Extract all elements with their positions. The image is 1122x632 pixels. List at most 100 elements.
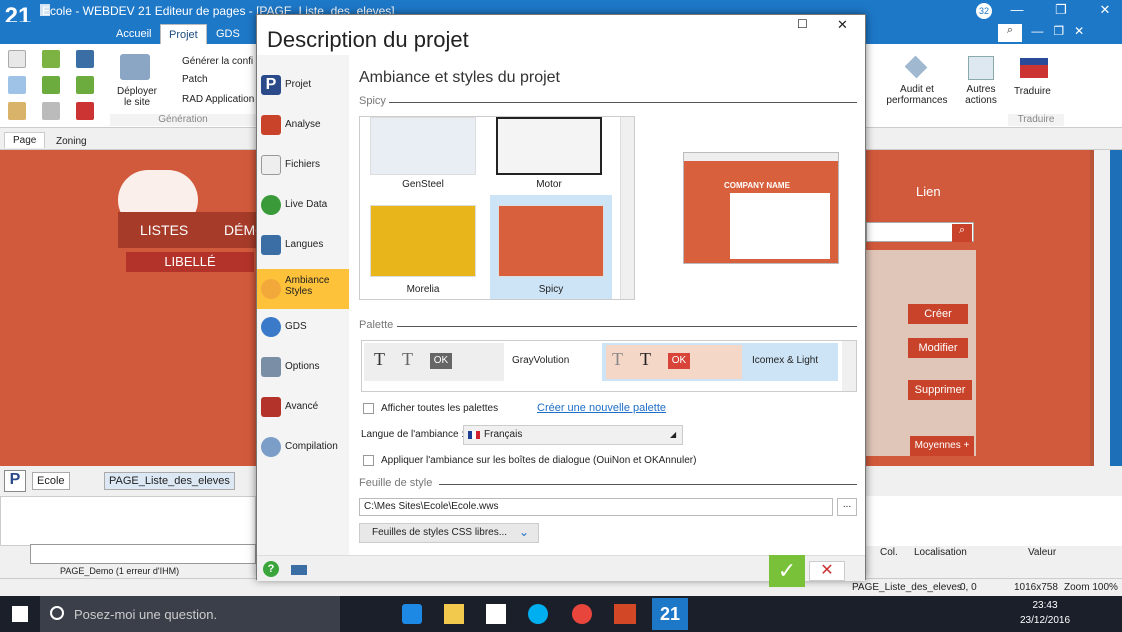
show-all-palettes-checkbox[interactable] [363,403,374,414]
theme-thumb-morelia[interactable] [370,205,476,277]
theme-thumb-spicy[interactable] [498,205,604,277]
tools-icon[interactable] [76,102,94,120]
nav-options[interactable]: Options [257,347,349,387]
tab-projet[interactable]: Projet [160,24,207,44]
maximize-icon[interactable]: ❐ [1044,0,1078,22]
go-icon[interactable] [42,76,60,94]
browse-button[interactable]: ... [837,498,857,516]
copy-icon[interactable] [8,76,26,94]
tab-page-list[interactable]: PAGE_Liste_des_eleves [104,472,235,490]
powerpoint-icon[interactable] [614,604,636,624]
valeur-header: Valeur [1028,547,1057,558]
minimize-icon[interactable]: — [1000,0,1034,22]
theme-scrollbar[interactable] [620,117,634,299]
theme-list[interactable]: GenSteel Motor Morelia Spicy [359,116,635,300]
notification-badge[interactable]: 32 [976,3,992,19]
nav-gds[interactable]: GDS [257,307,349,347]
tab-accueil[interactable]: Accueil [108,24,159,44]
deploy-icon[interactable] [120,54,150,80]
search-button-icon[interactable]: ⌕ [952,224,972,242]
nav-compilation[interactable]: Compilation [257,427,349,467]
search-icon[interactable]: ⌕ [998,24,1022,42]
theme-thumb-gensteel[interactable] [370,117,476,175]
rad-application-button[interactable]: RAD Application [182,94,254,105]
nav-fichiers[interactable]: Fichiers [257,145,349,185]
webdev-taskbar-icon[interactable]: 21 [652,598,688,630]
ok-button[interactable]: ✓ [769,555,805,587]
dialog-maximize-icon[interactable]: ☐ [797,17,817,37]
lang-select[interactable]: Français ◢ [463,425,683,445]
preview-company-name: COMPANY NAME [724,181,790,190]
undo-icon[interactable] [8,102,26,120]
new-icon[interactable] [8,50,26,68]
explorer-icon[interactable] [444,604,464,624]
editor-scrollbar[interactable] [1094,150,1110,466]
btn-modifier[interactable]: Modifier [908,338,968,358]
quick-access-icons[interactable] [40,26,90,40]
theme-preview: COMPANY NAME [683,152,839,264]
tree-item[interactable]: PAGE_Demo (1 erreur d'IHM) [60,566,179,576]
shortcut-icon[interactable] [291,565,307,575]
theme-thumb-motor[interactable] [496,117,602,175]
status-size: 1016x758 [1014,582,1058,593]
edge-icon[interactable] [402,604,422,624]
chevron-down-icon[interactable]: ⌄ [519,525,529,539]
patch-button[interactable]: Patch [182,74,208,85]
btn-moyennes[interactable]: Moyennes + [910,436,974,456]
stylesheet-path-input[interactable]: C:\Mes Sites\Ecole\Ecole.wws [359,498,833,516]
chrome-icon[interactable] [572,604,592,624]
skype-icon[interactable] [528,604,548,624]
search-placeholder: Posez-moi une question. [74,607,218,622]
windows-start-icon[interactable] [12,606,28,622]
status-zoom[interactable]: Zoom 100% [1064,582,1118,593]
audit-button[interactable]: Audit et performances [882,84,952,106]
mdi-window-buttons[interactable]: — ❐ ✕ [1028,24,1118,42]
project-icon[interactable]: P [4,470,26,492]
redo-icon[interactable] [42,102,60,120]
link-lien[interactable]: Lien [916,184,941,199]
nav-langues[interactable]: Langues [257,225,349,265]
btn-supprimer[interactable]: Supprimer [908,380,972,400]
generate-config-button[interactable]: Générer la confi [182,56,253,67]
palette-list[interactable]: T T OK GrayVolution T T OK Icomex & Ligh… [361,340,857,392]
nav-listes[interactable]: LISTES [140,222,188,238]
stylesheet-section-label: Feuille de style [359,477,433,489]
files-icon [261,155,281,175]
palette-grayvolution[interactable]: T T OK [364,343,504,381]
translate-button[interactable]: Traduire [1014,86,1051,97]
dialog-nav: P Projet Analyse Fichiers Live Data Langu… [257,55,349,555]
palette-scrollbar[interactable] [842,341,856,391]
tab-page[interactable]: Page [4,132,46,148]
flag-icon[interactable] [1020,58,1048,78]
nav-projet[interactable]: P Projet [257,65,349,105]
filter-input[interactable] [30,544,256,564]
go-page-icon[interactable] [76,76,94,94]
tab-zoning[interactable]: Zoning [48,134,95,149]
show-all-palettes-label: Afficher toutes les palettes [381,403,499,414]
nav-analyse[interactable]: Analyse [257,105,349,145]
help-icon[interactable]: ? [263,561,279,577]
save-all-icon[interactable] [76,50,94,68]
palette-icomex-selected[interactable]: T T OK Icomex & Light [602,343,838,381]
deploy-label[interactable]: Déployer le site [114,86,160,108]
diamond-icon[interactable] [904,55,928,79]
options-sliders-icon [261,357,281,377]
nav-avance[interactable]: Avancé [257,387,349,427]
tab-gds[interactable]: GDS [208,24,248,44]
cancel-button[interactable]: ✕ [809,561,845,581]
other-actions-button[interactable]: Autres actions [960,84,1002,106]
btn-creer[interactable]: Créer [908,304,968,324]
nav-label: Compilation [285,441,338,452]
dialog-close-icon[interactable]: ✕ [837,17,857,37]
nav-live-data[interactable]: Live Data [257,185,349,225]
other-actions-icon[interactable] [968,56,994,80]
css-free-styles-button[interactable]: Feuilles de styles CSS libres... [359,523,539,543]
tab-ecole[interactable]: Ecole [32,472,70,490]
create-palette-link[interactable]: Créer une nouvelle palette [537,402,666,414]
cortana-icon [50,606,64,620]
store-icon[interactable] [486,604,506,624]
close-icon[interactable]: ✕ [1088,0,1122,22]
nav-ambiance-styles[interactable]: Ambiance Styles [257,269,349,309]
apply-dialogs-checkbox[interactable] [363,455,374,466]
open-icon[interactable] [42,50,60,68]
